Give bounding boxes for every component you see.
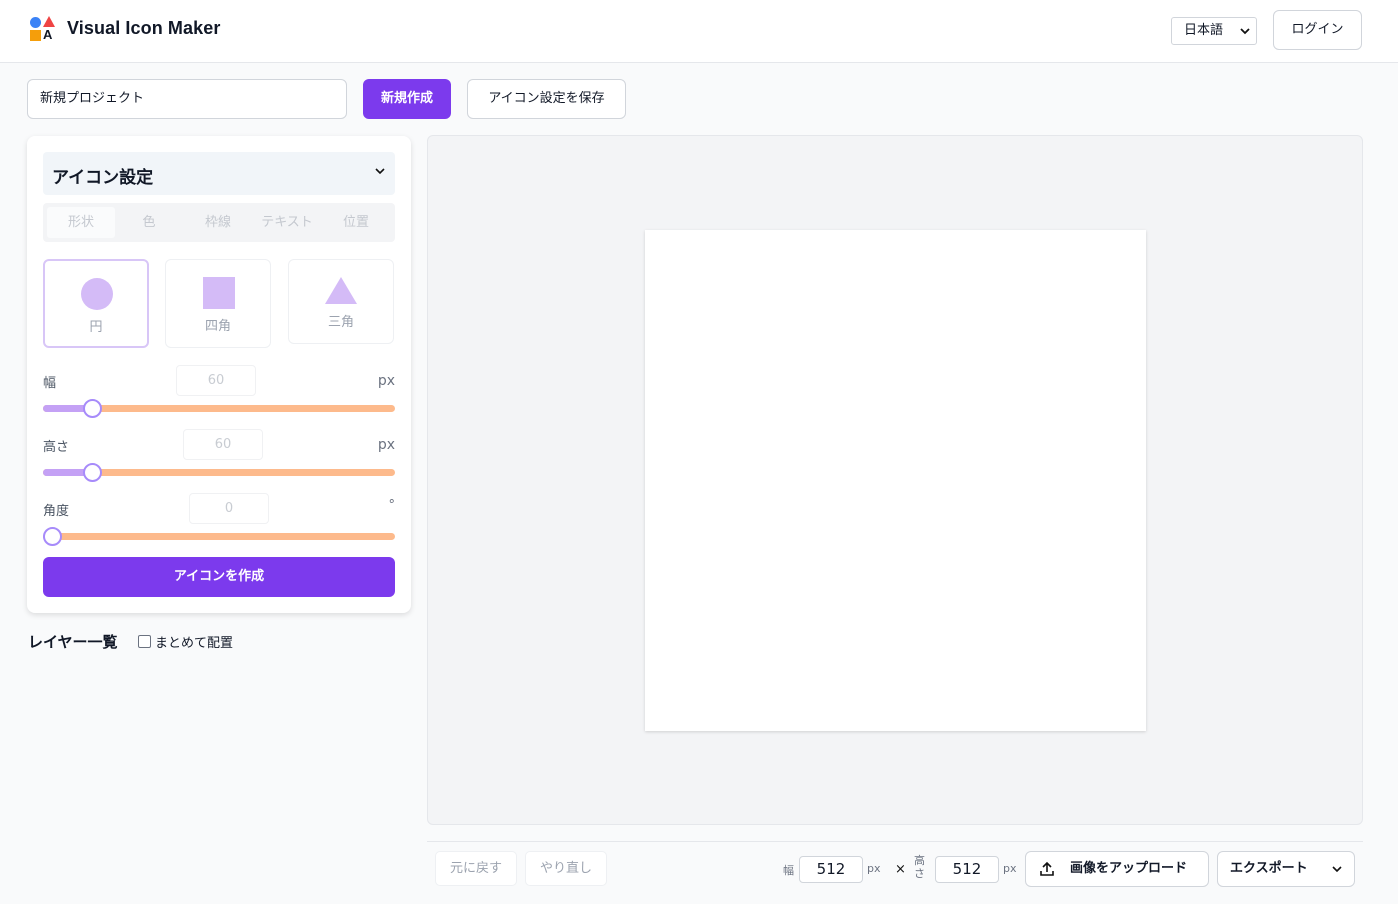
icon-settings-title: アイコン設定	[52, 168, 154, 188]
shape-label-square: 四角	[204, 319, 231, 334]
height-label: 高さ	[43, 440, 70, 455]
dimension-times: ×	[895, 862, 906, 877]
icon-settings-panel: アイコン設定 形状 色 枠線 テキスト 位置 円 四角 三角 幅 60 px 高…	[27, 136, 411, 613]
width-unit: px	[377, 373, 395, 389]
undo-button[interactable]: 元に戻す	[435, 851, 517, 886]
group-layout-checkbox[interactable]	[138, 635, 151, 648]
angle-input[interactable]: 0	[189, 493, 269, 524]
angle-slider-thumb[interactable]	[43, 527, 62, 546]
export-button[interactable]: エクスポート	[1217, 851, 1355, 887]
login-button[interactable]: ログイン	[1273, 10, 1362, 50]
canvas-height-input[interactable]: 512	[935, 856, 999, 883]
tab-position[interactable]: 位置	[322, 207, 390, 238]
new-project-button[interactable]: 新規作成	[363, 79, 451, 119]
shape-label-triangle: 三角	[327, 315, 354, 330]
export-label: エクスポート	[1230, 861, 1308, 876]
chevron-down-icon	[375, 168, 385, 175]
artboard-canvas[interactable]	[645, 230, 1146, 731]
square-shape-icon	[203, 277, 235, 309]
upload-image-label: 画像をアップロード	[1070, 861, 1188, 876]
upload-image-button[interactable]: 画像をアップロード	[1025, 851, 1209, 887]
triangle-shape-icon	[325, 277, 357, 304]
app-logo-icon: A	[28, 16, 56, 44]
circle-shape-icon	[81, 278, 113, 310]
canvas-height-unit: px	[1003, 862, 1017, 875]
tab-shape[interactable]: 形状	[47, 207, 115, 238]
upload-icon	[1040, 861, 1054, 876]
create-icon-button[interactable]: アイコンを作成	[43, 557, 395, 597]
shape-label-circle: 円	[89, 320, 103, 335]
language-select[interactable]: 日本語	[1171, 17, 1257, 45]
width-slider[interactable]	[43, 399, 395, 418]
bottom-toolbar: 元に戻す やり直し 幅 512 px × 高さ 512 px 画像をアップロード…	[427, 841, 1363, 904]
shape-option-triangle[interactable]: 三角	[288, 259, 394, 344]
angle-slider[interactable]	[43, 527, 395, 546]
canvas-width-unit: px	[867, 862, 881, 875]
chevron-down-icon	[1332, 866, 1342, 873]
height-input[interactable]: 60	[183, 429, 263, 460]
icon-settings-accordion-header[interactable]: アイコン設定	[43, 152, 395, 195]
app-title: Visual Icon Maker	[67, 18, 221, 38]
height-slider[interactable]	[43, 463, 395, 482]
canvas-width-label: 幅	[783, 864, 794, 877]
redo-button[interactable]: やり直し	[525, 851, 607, 886]
height-slider-thumb[interactable]	[82, 463, 102, 482]
layers-title: レイヤー一覧	[28, 633, 118, 651]
canvas-height-label: 高さ	[914, 854, 925, 880]
app-header: A Visual Icon Maker 日本語 ログイン	[0, 0, 1398, 63]
save-icon-settings-button[interactable]: アイコン設定を保存	[467, 79, 626, 119]
group-layout-label[interactable]: まとめて配置	[155, 632, 233, 651]
angle-unit: °	[388, 498, 396, 513]
width-input[interactable]: 60	[176, 365, 256, 396]
language-select-value: 日本語	[1184, 23, 1224, 38]
width-label: 幅	[43, 376, 57, 391]
tab-border[interactable]: 枠線	[184, 207, 252, 238]
shape-option-square[interactable]: 四角	[165, 259, 271, 348]
chevron-down-icon	[1240, 18, 1250, 54]
angle-label: 角度	[43, 504, 70, 519]
tab-color[interactable]: 色	[115, 207, 183, 238]
width-slider-thumb[interactable]	[82, 399, 102, 418]
tab-text[interactable]: テキスト	[253, 207, 321, 238]
shape-option-circle[interactable]: 円	[43, 259, 149, 348]
settings-tabs: 形状 色 枠線 テキスト 位置	[43, 203, 395, 242]
project-name-input[interactable]: 新規プロジェクト	[27, 79, 347, 119]
height-unit: px	[377, 437, 395, 453]
canvas-area	[427, 135, 1363, 825]
canvas-width-input[interactable]: 512	[799, 856, 863, 883]
